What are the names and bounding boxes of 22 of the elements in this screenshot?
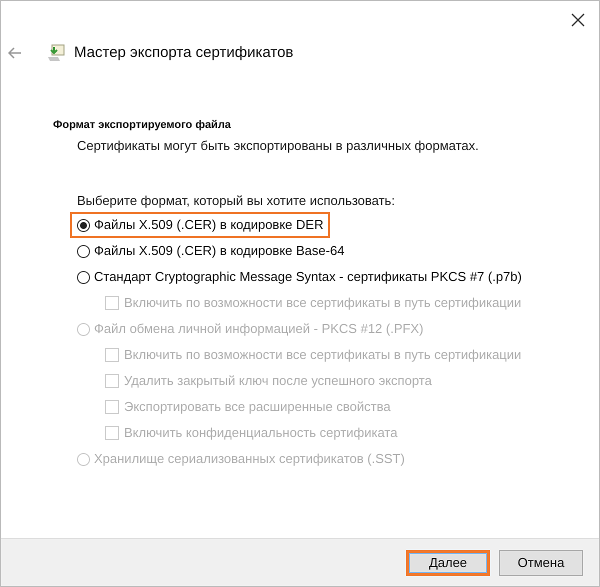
radio-label: Файлы X.509 (.CER) в кодировке DER [94, 216, 324, 234]
radio-button[interactable] [77, 218, 90, 232]
checkbox-label: Удалить закрытый ключ после успешного экспорта [124, 372, 432, 390]
radio-label: Хранилище сериализованных сертификатов (.SST) [94, 450, 405, 468]
checkbox-label: Включить по возможности все сертификаты в путь сертификации [124, 346, 522, 364]
radio-button[interactable] [77, 270, 90, 284]
format-prompt: Выберите формат, который вы хотите использовать: [77, 192, 396, 210]
dialog-button[interactable]: Далее [406, 550, 490, 576]
radio-button[interactable] [77, 244, 90, 258]
dialog-button[interactable]: Отмена [499, 550, 583, 576]
section-description: Сертификаты могут быть экспортированы в различных форматах. [77, 137, 480, 155]
close-icon[interactable] [571, 13, 585, 27]
radio-label: Стандарт Cryptographic Message Syntax - сертификаты PKCS #7 (.p7b) [94, 268, 522, 286]
back-arrow-icon[interactable] [8, 47, 22, 60]
window-title: Мастер экспорта сертификатов [74, 43, 294, 63]
radio-label: Файлы X.509 (.CER) в кодировке Base-64 [94, 242, 344, 260]
section-heading: Формат экспортируемого файла [53, 118, 232, 132]
checkbox-label: Включить по возможности все сертификаты в путь сертификации [124, 294, 522, 312]
certificate-icon [46, 43, 66, 64]
checkbox-label: Экспортировать все расширенные свойства [124, 398, 391, 416]
radio-label: Файл обмена личной информацией - PKCS #12 (.PFX) [94, 320, 424, 338]
checkbox-label: Включить конфиденциальность сертификата [124, 424, 398, 442]
